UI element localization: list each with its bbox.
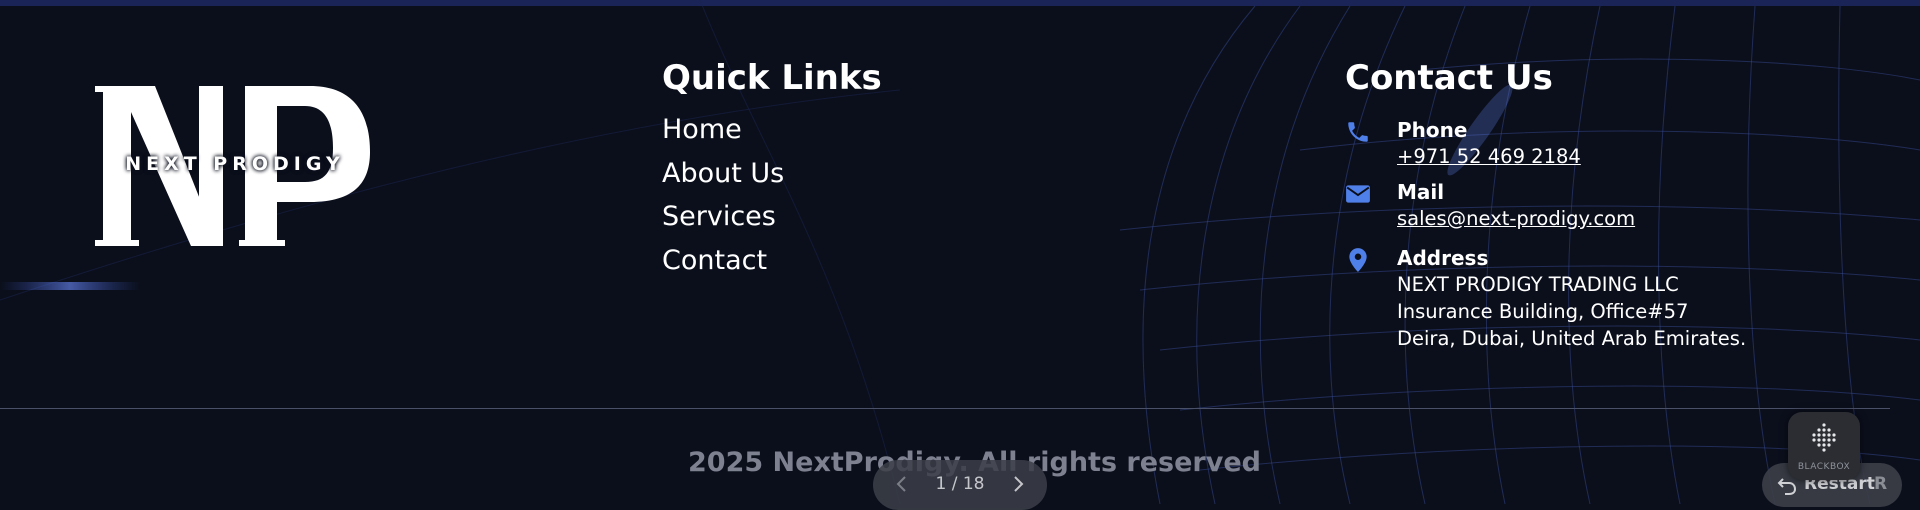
quick-link-about-us[interactable]: About Us (662, 154, 784, 198)
blackbox-dots-icon (1812, 423, 1836, 452)
quick-links-heading: Quick Links (662, 58, 882, 98)
blackbox-label: BLACKBOX (1797, 462, 1851, 472)
chevron-left-icon[interactable] (892, 474, 912, 494)
address-line-1: NEXT PRODIGY TRADING LLC (1397, 273, 1679, 296)
address-line-2: Insurance Building, Office#57 (1397, 300, 1689, 323)
address-line-3: Deira, Dubai, United Arab Emirates. (1397, 327, 1747, 350)
quick-link-services[interactable]: Services (662, 197, 784, 241)
contact-us-heading: Contact Us (1345, 58, 1553, 98)
address-label: Address (1397, 246, 1489, 270)
blackbox-widget-button[interactable]: BLACKBOX (1788, 412, 1860, 480)
quick-link-home[interactable]: Home (662, 110, 784, 154)
restart-shortcut-key: R (1874, 474, 1888, 494)
quick-link-contact[interactable]: Contact (662, 241, 784, 285)
mail-icon (1346, 185, 1370, 203)
footer-divider (0, 408, 1890, 409)
phone-icon (1348, 122, 1368, 142)
chevron-right-icon[interactable] (1008, 474, 1028, 494)
mail-address-link[interactable]: sales@next-prodigy.com (1397, 205, 1635, 232)
slide-pager: 1 / 18 (873, 460, 1047, 510)
logo-wordmark: NEXT PRODIGY (125, 153, 345, 175)
phone-label: Phone (1397, 118, 1468, 142)
slide-counter: 1 / 18 (935, 474, 985, 494)
location-pin-icon (1349, 248, 1367, 272)
quick-links-list: Home About Us Services Contact (662, 110, 784, 284)
mail-label: Mail (1397, 180, 1445, 204)
phone-number[interactable]: +971 52 469 2184 (1397, 143, 1581, 170)
